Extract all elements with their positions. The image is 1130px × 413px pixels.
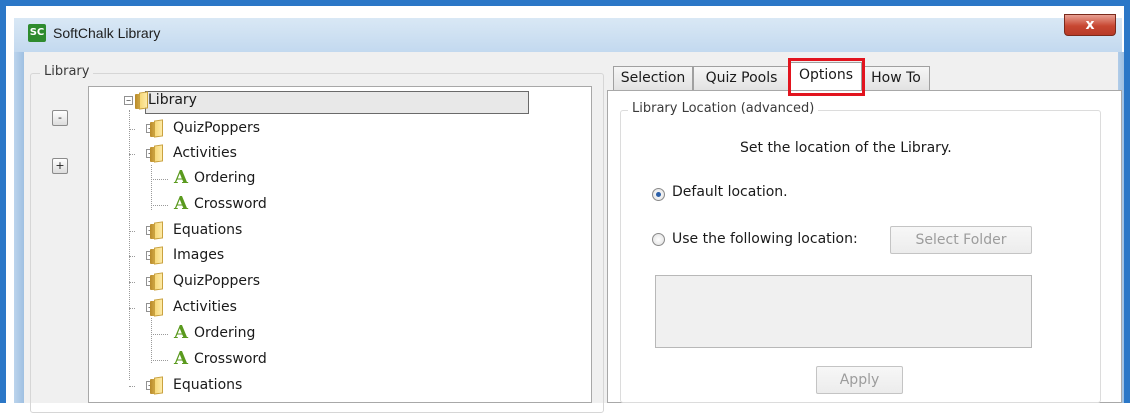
library-location-description: Set the location of the Library. — [740, 140, 952, 156]
tree-connector-line — [151, 205, 168, 206]
tree-connector-line — [129, 256, 135, 257]
default-location-radio[interactable] — [652, 188, 665, 201]
activity-icon: A — [174, 193, 188, 214]
library-location-label: Library Location (advanced) — [628, 101, 819, 116]
window-title: SoftChalk Library — [53, 25, 161, 41]
apply-button[interactable]: Apply — [816, 366, 903, 394]
tree-connector-line — [151, 360, 168, 361]
tree-connector-line — [151, 179, 168, 180]
tree-connector-line — [151, 334, 168, 335]
tree-node-label[interactable]: Equations — [173, 222, 242, 238]
tree-connector-line — [129, 154, 135, 155]
folder-icon — [150, 119, 165, 138]
tree-node-label[interactable]: Library — [148, 92, 197, 108]
tree-connector-line — [129, 386, 135, 387]
tab-quiz-pools[interactable]: Quiz Pools — [693, 66, 790, 90]
custom-location-label: Use the following location: — [672, 231, 858, 247]
softchalk-app-icon: SC — [28, 24, 46, 42]
tree-node-label[interactable]: Ordering — [194, 170, 255, 186]
tree-node-label[interactable]: Ordering — [194, 325, 255, 341]
select-folder-button[interactable]: Select Folder — [890, 226, 1032, 254]
tree-node-label[interactable]: Crossword — [194, 351, 267, 367]
activity-icon: A — [174, 348, 188, 369]
tree-connector-line — [129, 129, 135, 130]
close-button[interactable]: x — [1064, 14, 1116, 36]
library-group-label: Library — [40, 64, 94, 79]
folder-icon — [150, 376, 165, 395]
collapse-all-button[interactable]: - — [52, 110, 68, 126]
tree-connector-line — [129, 282, 135, 283]
activity-icon: A — [174, 322, 188, 343]
tree-connector-line — [129, 231, 135, 232]
window-frame-left — [14, 52, 24, 403]
selected-node-highlight — [145, 91, 529, 114]
tree-node-label[interactable]: Equations — [173, 377, 242, 393]
tab-selection[interactable]: Selection — [613, 66, 693, 90]
tree-connector-line — [151, 318, 152, 363]
tree-node-label[interactable]: Images — [173, 247, 224, 263]
folder-icon — [150, 246, 165, 265]
folder-icon — [150, 298, 165, 317]
folder-icon — [150, 221, 165, 240]
custom-location-radio[interactable] — [652, 233, 665, 246]
folder-icon — [150, 144, 165, 163]
title-bar[interactable] — [14, 18, 1122, 52]
tree-connector-line — [129, 308, 135, 309]
expand-all-button[interactable]: + — [52, 158, 68, 174]
options-tab-highlight — [788, 58, 865, 96]
tree-node-label[interactable]: Activities — [173, 145, 237, 161]
default-location-label: Default location. — [672, 184, 788, 200]
activity-icon: A — [174, 167, 188, 188]
tree-connector-line — [129, 110, 130, 380]
tree-node-label[interactable]: Crossword — [194, 196, 267, 212]
tree-node-label[interactable]: Activities — [173, 299, 237, 315]
tab-how-to[interactable]: How To — [862, 66, 930, 90]
tree-connector-line — [151, 165, 152, 210]
tree-expander-icon[interactable]: − — [124, 96, 133, 105]
folder-icon — [150, 272, 165, 291]
tree-node-label[interactable]: QuizPoppers — [173, 273, 260, 289]
tree-node-label[interactable]: QuizPoppers — [173, 120, 260, 136]
library-path-field[interactable] — [655, 275, 1032, 348]
